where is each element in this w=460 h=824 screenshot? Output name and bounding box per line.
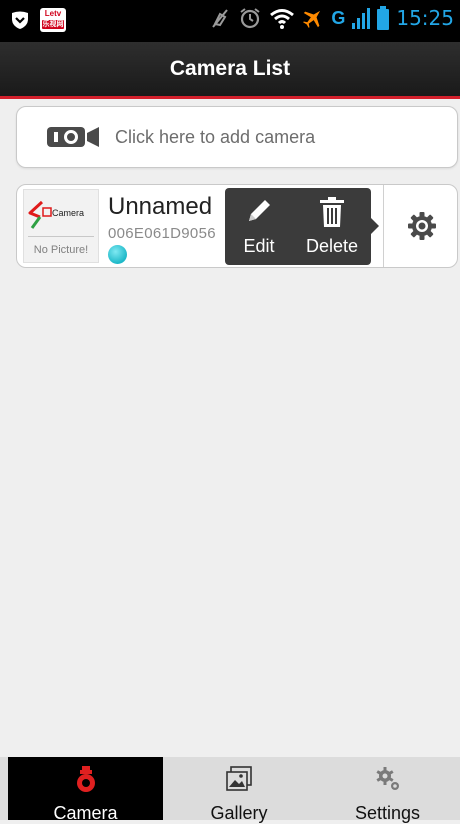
wifi-icon bbox=[270, 9, 295, 29]
mute-icon bbox=[212, 9, 229, 28]
thumbnail-divider bbox=[28, 236, 94, 237]
thumbnail-brand-text: Camera bbox=[52, 208, 85, 218]
bottom-navigation: Camera Gallery Settings bbox=[0, 757, 460, 823]
signal-icon bbox=[352, 8, 371, 29]
online-status-indicator bbox=[108, 245, 127, 264]
clock: 15:25 bbox=[396, 6, 454, 30]
tab-camera-label: Camera bbox=[53, 803, 118, 823]
no-picture-label: No Picture! bbox=[33, 244, 89, 256]
settings-icon bbox=[375, 767, 399, 790]
add-camera-label: Click here to add camera bbox=[115, 126, 316, 147]
gear-icon[interactable] bbox=[407, 211, 437, 241]
tab-gallery-label: Gallery bbox=[210, 803, 268, 823]
trash-icon bbox=[320, 197, 344, 227]
alarm-icon bbox=[240, 8, 260, 29]
tab-settings-label: Settings bbox=[354, 803, 421, 823]
page-title: Camera List bbox=[0, 42, 460, 99]
gallery-icon bbox=[226, 766, 252, 791]
camera-list-item[interactable]: Camera No Picture! Unnamed 006E061D9056 … bbox=[16, 184, 458, 268]
add-camera-icon bbox=[47, 127, 99, 147]
delete-label: Delete bbox=[305, 236, 359, 256]
tab-settings[interactable]: Settings bbox=[315, 757, 460, 823]
camera-id: 006E061D9056 bbox=[108, 225, 216, 242]
card-divider bbox=[383, 185, 384, 267]
letv-icon: Letv 乐视网 bbox=[40, 8, 66, 32]
tab-camera[interactable]: Camera bbox=[8, 757, 163, 823]
status-bar: Letv 乐视网 G 15:25 bbox=[0, 0, 460, 42]
edit-button[interactable]: Edit bbox=[225, 188, 293, 265]
camera-icon bbox=[76, 766, 95, 792]
pencil-icon bbox=[249, 200, 270, 221]
add-camera-button[interactable]: Click here to add camera bbox=[16, 106, 458, 168]
camera-name: Unnamed bbox=[108, 193, 213, 220]
network-type-label: G bbox=[331, 7, 346, 28]
shield-icon bbox=[12, 11, 28, 29]
airplane-icon bbox=[303, 10, 321, 28]
camera-thumbnail[interactable]: Camera No Picture! bbox=[23, 189, 99, 263]
camera-actions-popup: Edit Delete bbox=[225, 188, 379, 265]
tab-gallery[interactable]: Gallery bbox=[163, 757, 315, 823]
battery-icon bbox=[377, 6, 390, 30]
edit-label: Edit bbox=[243, 236, 275, 256]
delete-button[interactable]: Delete bbox=[293, 188, 371, 265]
